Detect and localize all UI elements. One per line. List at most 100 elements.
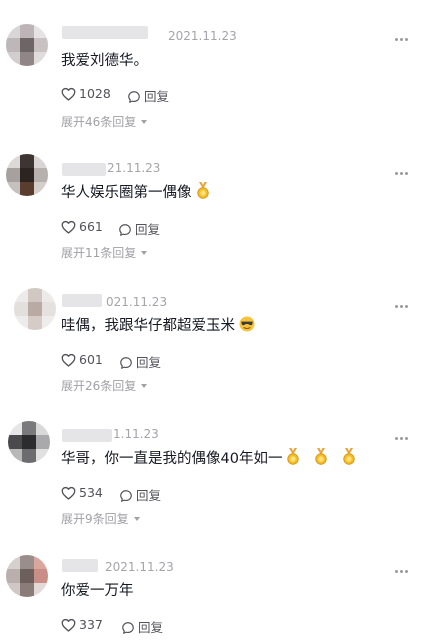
avatar-pixel	[8, 449, 22, 463]
avatar-pixel	[34, 182, 48, 196]
like-count: 1028	[79, 86, 111, 101]
comment-text-content: 你爱一万年	[61, 583, 134, 599]
heart-outline-icon	[61, 87, 76, 101]
comment-text-content: 哇偶，我跟华仔都超爱玉米	[61, 318, 235, 334]
avatar-pixel	[14, 288, 28, 302]
more-dots-icon[interactable]	[395, 570, 409, 576]
reply-button[interactable]: 回复	[127, 86, 169, 105]
caret-down-icon	[141, 384, 148, 388]
heart-outline-icon	[61, 618, 76, 632]
comment-date: 21.11.23	[107, 161, 161, 175]
comment-text-content: 我爱刘德华。	[61, 53, 148, 69]
avatar-pixel	[34, 154, 48, 168]
comment-item: 021.11.23 哇偶，我跟华仔都超爱玉米 601 回复 展开26条回复	[0, 288, 425, 421]
comment-item: 1.11.23 华哥，你一直是我的偶像40年如一 534 回复 展开9条回复	[0, 421, 425, 554]
avatar-pixel	[34, 569, 48, 583]
more-dots-icon[interactable]	[395, 172, 409, 178]
expand-replies-button[interactable]: 展开11条回复	[61, 245, 148, 261]
avatar-pixel	[6, 52, 20, 66]
cool-face-emoji	[239, 316, 255, 332]
heart-outline-icon	[61, 353, 76, 367]
reply-button[interactable]: 回复	[119, 352, 161, 371]
comment-text-content: 华哥，你一直是我的偶像40年如一	[61, 451, 283, 467]
like-button[interactable]: 661	[61, 219, 103, 234]
reply-label: 回复	[136, 355, 162, 370]
username-redacted[interactable]	[62, 294, 102, 307]
reply-button[interactable]: 回复	[118, 219, 160, 238]
like-button[interactable]: 601	[61, 352, 103, 367]
avatar-pixel	[34, 583, 48, 597]
avatar[interactable]	[14, 288, 56, 330]
avatar[interactable]	[6, 24, 48, 66]
heart-outline-icon	[61, 486, 76, 500]
avatar[interactable]	[6, 154, 48, 196]
comment-text: 哇偶，我跟华仔都超爱玉米	[61, 315, 255, 337]
speech-bubble-icon	[120, 490, 132, 502]
reply-label: 回复	[144, 89, 170, 104]
avatar-pixel	[6, 182, 20, 196]
caret-down-icon	[141, 120, 148, 124]
expand-replies-label: 展开26条回复	[61, 379, 137, 393]
expand-replies-button[interactable]: 展开46条回复	[61, 114, 148, 130]
username-redacted[interactable]	[62, 163, 106, 176]
username-redacted[interactable]	[62, 429, 112, 442]
avatar-pixel	[6, 38, 20, 52]
reply-button[interactable]: 回复	[121, 617, 163, 636]
comment-item: 21.11.23 华人娱乐圈第一偶像 661 回复 展开11条回复	[0, 154, 425, 287]
reply-label: 回复	[138, 620, 164, 635]
avatar-pixel	[6, 168, 20, 182]
avatar-pixel	[34, 52, 48, 66]
username-redacted[interactable]	[62, 559, 98, 572]
avatar-pixel	[20, 182, 34, 196]
more-dots-icon[interactable]	[395, 437, 409, 443]
like-count: 534	[79, 485, 103, 500]
avatar-pixel	[8, 421, 22, 435]
avatar-pixel	[36, 421, 50, 435]
avatar-pixel	[20, 555, 34, 569]
comment-text: 华人娱乐圈第一偶像	[61, 182, 210, 204]
avatar-pixel	[22, 421, 36, 435]
comment-text: 我爱刘德华。	[61, 50, 148, 72]
like-count: 337	[79, 617, 103, 632]
avatar-pixel	[28, 288, 42, 302]
comment-date: 1.11.23	[113, 427, 159, 441]
avatar-pixel	[34, 168, 48, 182]
speech-bubble-icon	[120, 357, 132, 369]
avatar-pixel	[20, 154, 34, 168]
expand-replies-label: 展开9条回复	[61, 512, 129, 526]
comment-text: 你爱一万年	[61, 580, 134, 602]
avatar-pixel	[22, 449, 36, 463]
more-dots-icon[interactable]	[395, 38, 409, 44]
expand-replies-label: 展开46条回复	[61, 115, 137, 129]
avatar[interactable]	[8, 421, 50, 463]
caret-down-icon	[133, 517, 140, 521]
heart-outline-icon	[61, 220, 76, 234]
like-button[interactable]: 1028	[61, 86, 111, 101]
avatar-pixel	[20, 168, 34, 182]
username-redacted[interactable]	[62, 26, 148, 39]
caret-down-icon	[141, 251, 148, 255]
comment-item: 2021.11.23 你爱一万年 337 回复	[0, 555, 425, 640]
more-dots-icon[interactable]	[395, 305, 409, 311]
reply-button[interactable]: 回复	[119, 485, 161, 504]
avatar-pixel	[6, 154, 20, 168]
avatar-pixel	[20, 569, 34, 583]
expand-replies-button[interactable]: 展开9条回复	[61, 511, 140, 527]
avatar-pixel	[28, 316, 42, 330]
avatar[interactable]	[6, 555, 48, 597]
like-count: 661	[79, 219, 103, 234]
like-button[interactable]: 534	[61, 485, 103, 500]
avatar-pixel	[28, 302, 42, 316]
comment-text: 华哥，你一直是我的偶像40年如一	[61, 448, 356, 470]
avatar-pixel	[6, 569, 20, 583]
expand-replies-button[interactable]: 展开26条回复	[61, 378, 148, 394]
medal-emoji	[196, 182, 209, 199]
avatar-pixel	[6, 583, 20, 597]
avatar-pixel	[36, 435, 50, 449]
speech-bubble-icon	[128, 91, 140, 103]
like-count: 601	[79, 352, 103, 367]
avatar-pixel	[34, 24, 48, 38]
speech-bubble-icon	[119, 224, 131, 236]
like-button[interactable]: 337	[61, 617, 103, 632]
avatar-pixel	[36, 449, 50, 463]
